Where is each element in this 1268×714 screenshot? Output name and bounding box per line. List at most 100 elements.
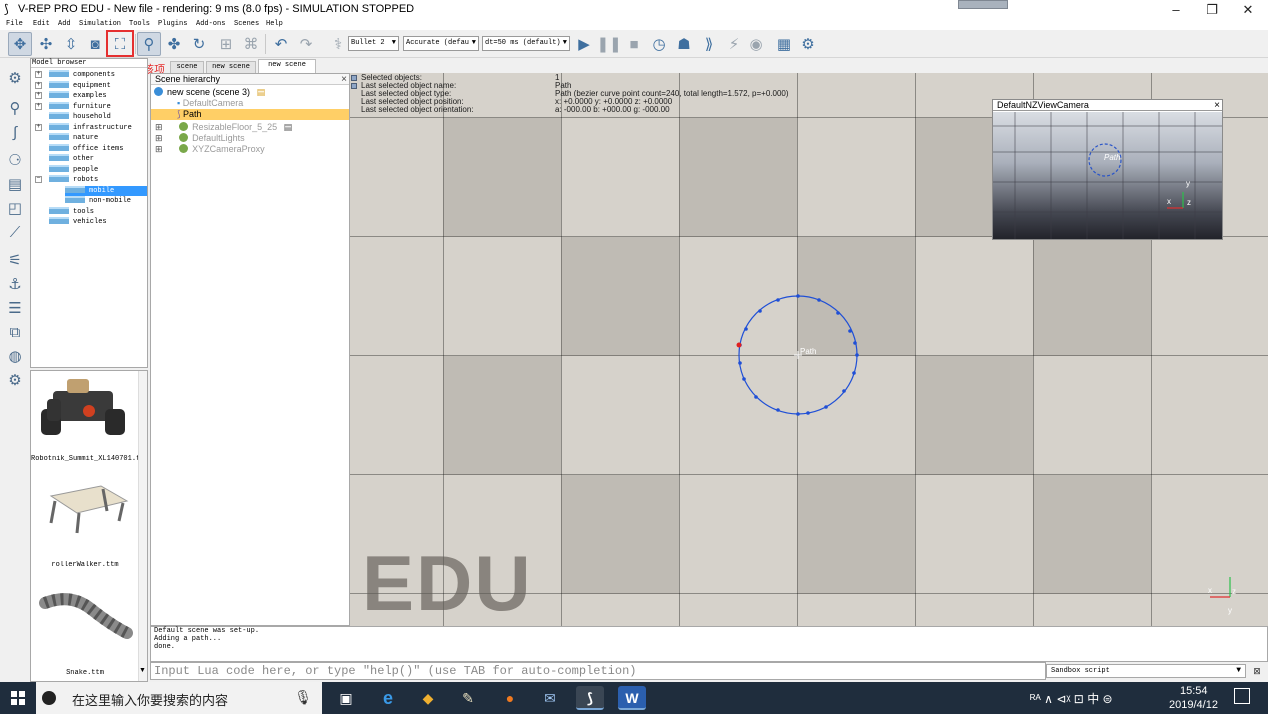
clock-time[interactable]: 15:54 <box>1180 685 1208 697</box>
model-folder-item[interactable]: mobile <box>65 185 147 196</box>
layers-icon[interactable]: ⧉ <box>4 322 26 344</box>
expand-icon[interactable]: + <box>35 92 42 99</box>
model-folder-item[interactable]: vehicles <box>49 217 147 227</box>
clock-date[interactable]: 2019/4/12 <box>1169 699 1218 711</box>
edge-browser-icon[interactable]: e <box>374 686 402 710</box>
path-start-point[interactable] <box>736 342 742 348</box>
model-folder-item[interactable]: people <box>49 164 147 175</box>
scene-selector-icon[interactable]: ⚙ <box>796 32 820 56</box>
menu-simulation[interactable]: Simulation <box>79 19 121 30</box>
menu-addons[interactable]: Add-ons <box>196 19 225 30</box>
expand-icon[interactable]: + <box>35 102 42 110</box>
object-rotate-icon[interactable]: ↻ <box>187 32 211 56</box>
scene-viewport[interactable]: Selected objects: 1 Last selected object… <box>350 73 1268 626</box>
calculation-modules-icon[interactable]: ∫ <box>4 122 26 144</box>
tab-scene-3[interactable]: new scene <box>258 59 316 73</box>
script-icon[interactable]: ▤ <box>284 122 293 132</box>
clear-console-button[interactable]: ⊠ <box>1250 664 1264 678</box>
minimize-button[interactable]: – <box>1158 0 1194 19</box>
hierarchy-item-xyzcameraproxy[interactable]: ⊞ XYZCameraProxy <box>151 144 349 155</box>
object-shift-icon[interactable]: ✤ <box>162 32 186 56</box>
start-simulation-icon[interactable]: ▶ <box>572 32 596 56</box>
model-folder-item[interactable]: + furniture <box>35 101 147 112</box>
close-button[interactable]: ✕ <box>1230 0 1266 19</box>
menu-file[interactable]: File <box>6 19 23 30</box>
chat-app-icon[interactable]: ✉ <box>536 686 564 710</box>
model-folder-item[interactable]: other <box>49 154 147 164</box>
close-icon[interactable]: × <box>1214 100 1220 111</box>
notification-icon[interactable] <box>1234 688 1250 704</box>
simulation-settings-icon[interactable]: ⚙ <box>4 68 26 90</box>
microphone-icon[interactable]: 🎙 <box>294 689 312 706</box>
menu-edit[interactable]: Edit <box>33 19 50 30</box>
menu-help[interactable]: Help <box>266 19 283 30</box>
maximize-button[interactable]: ❐ <box>1194 0 1230 19</box>
floating-camera-view[interactable]: DefaultNZViewCamera × Path x y z <box>992 99 1223 240</box>
model-folder-item[interactable]: office items <box>49 143 147 154</box>
faster-icon[interactable]: ⟫ <box>697 32 721 56</box>
expand-icon[interactable]: ⊞ <box>155 133 163 143</box>
collections-icon[interactable]: ⚆ <box>4 150 26 172</box>
shapes-edit-icon[interactable]: ◰ <box>4 198 26 220</box>
rollerwalker-model-thumbnail[interactable] <box>49 485 129 534</box>
thumbnail-scrollbar[interactable] <box>138 371 147 681</box>
word-taskbar-icon[interactable]: W <box>618 686 646 710</box>
model-folder-item[interactable]: tools <box>49 206 147 217</box>
collapse-icon[interactable]: − <box>35 176 42 183</box>
model-folder-item[interactable]: + infrastructure <box>35 122 147 133</box>
visualization-icon[interactable]: ◉ <box>744 32 768 56</box>
model-folder-item[interactable]: + examples <box>35 91 147 101</box>
selection-icon[interactable]: ⚟ <box>4 250 26 272</box>
expand-icon[interactable]: ⊞ <box>155 144 163 154</box>
expand-icon[interactable]: + <box>35 81 42 89</box>
vrep-taskbar-icon[interactable]: ⟆ <box>576 686 604 710</box>
snake-model-thumbnail[interactable] <box>39 593 133 639</box>
menu-scenes[interactable]: Scenes <box>234 19 259 30</box>
model-folder-item[interactable]: nature <box>49 133 147 143</box>
firefox-icon[interactable]: ● <box>496 686 524 710</box>
user-settings-icon[interactable]: ⚙ <box>4 370 26 392</box>
hierarchy-item-defaultlights[interactable]: ⊞ DefaultLights <box>151 133 349 144</box>
accuracy-select[interactable]: Accurate (defau ▼ <box>403 36 479 51</box>
taskbar-search-box[interactable]: 在这里输入你要搜索的内容 🎙 <box>36 682 322 714</box>
model-folder-item[interactable]: + components <box>35 70 147 80</box>
dynamics-settings-icon[interactable]: ⚕ <box>326 32 350 56</box>
scene-root-item[interactable]: new scene (scene 3) ▤ <box>151 87 349 98</box>
pause-simulation-icon[interactable]: ❚❚ <box>596 32 621 56</box>
close-icon[interactable]: × <box>341 74 347 85</box>
real-time-icon[interactable]: ◷ <box>647 32 671 56</box>
click-select-icon[interactable]: ⚲ <box>137 32 161 56</box>
task-view-icon[interactable]: ▣ <box>332 686 360 710</box>
scripts-icon[interactable]: ▤ <box>4 174 26 196</box>
search-icon[interactable]: ⚲ <box>4 98 26 120</box>
assemble-icon[interactable]: ⊞ <box>214 32 238 56</box>
redo-icon[interactable]: ↷ <box>294 32 318 56</box>
menu-tools[interactable]: Tools <box>129 19 150 30</box>
tab-scene-2[interactable]: new scene <box>206 61 256 73</box>
hierarchy-item-defaultcamera[interactable]: ▪ DefaultCamera <box>151 98 349 109</box>
tab-scene-1[interactable]: scene <box>170 61 204 73</box>
stop-simulation-icon[interactable]: ■ <box>622 32 646 56</box>
slower-icon[interactable]: ☗ <box>672 32 696 56</box>
camera-rotate-icon[interactable]: ✣ <box>34 32 58 56</box>
paint-app-icon[interactable]: ✎ <box>454 686 482 710</box>
page-selector-icon[interactable]: ▦ <box>772 32 796 56</box>
expand-icon[interactable]: ⊞ <box>155 122 163 132</box>
timestep-select[interactable]: dt=50 ms (default) ▼ <box>482 36 570 51</box>
hierarchy-item-resizablefloor[interactable]: ⊞ ResizableFloor_5_25 ▤ <box>151 122 349 133</box>
undo-icon[interactable]: ↶ <box>269 32 293 56</box>
script-type-select[interactable]: Sandbox script ▼ <box>1046 664 1246 678</box>
transfer-dna-icon[interactable]: ⌘ <box>239 32 263 56</box>
thread-rendering-icon[interactable]: ⚡ <box>722 32 746 56</box>
model-browser-toggle-icon[interactable]: ⚓ <box>4 274 26 296</box>
model-folder-item[interactable]: non-mobile <box>65 196 147 206</box>
physics-engine-select[interactable]: Bullet 2 ▼ <box>348 36 399 51</box>
windows-start-button[interactable] <box>0 682 36 714</box>
menu-plugins[interactable]: Plugins <box>158 19 187 30</box>
scene-hierarchy-toggle-icon[interactable]: ☰ <box>4 298 26 320</box>
camera-pan-icon[interactable]: ✥ <box>8 32 32 56</box>
model-folder-item[interactable]: household <box>49 112 147 122</box>
expand-icon[interactable]: + <box>35 71 42 78</box>
robotnik-model-thumbnail[interactable] <box>41 379 125 435</box>
hierarchy-item-path[interactable]: ⟆ Path <box>151 109 349 120</box>
